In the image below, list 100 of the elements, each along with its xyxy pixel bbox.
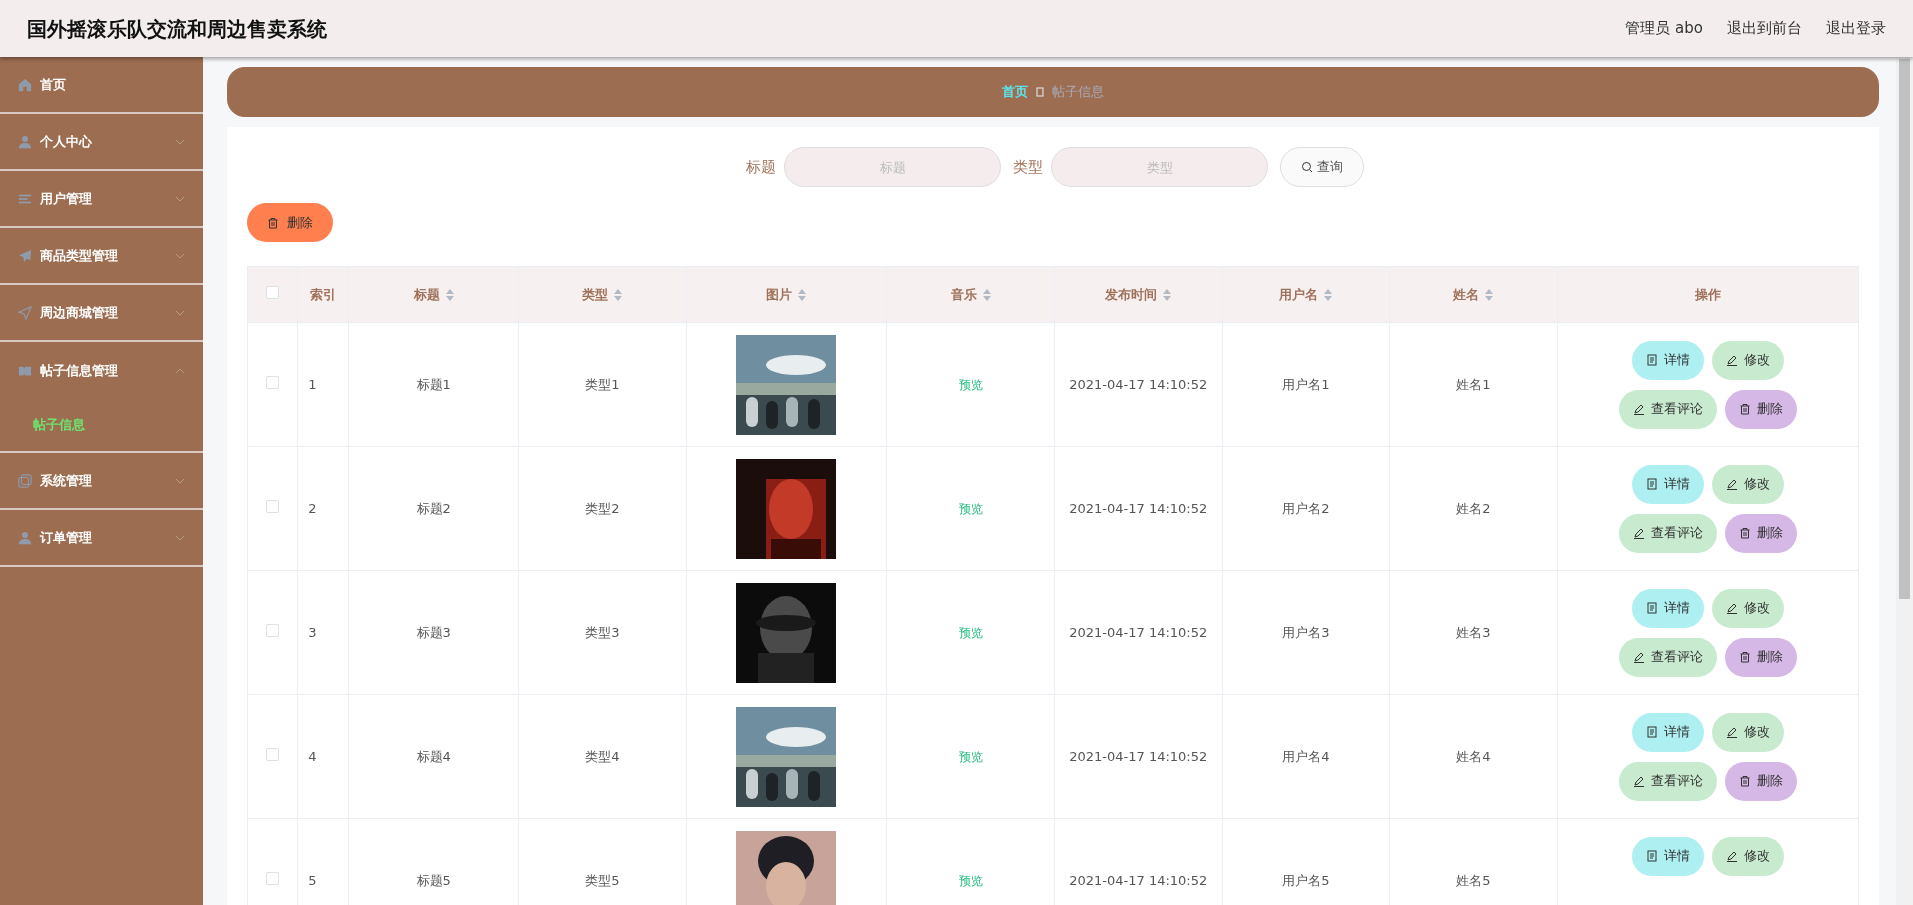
edit-button[interactable]: 修改 bbox=[1711, 340, 1784, 380]
column-header[interactable]: 姓名 bbox=[1453, 284, 1494, 305]
table-cell: 类型4 bbox=[585, 748, 620, 764]
edit-button[interactable]: 修改 bbox=[1711, 588, 1784, 628]
header-link[interactable]: 退出到前台 bbox=[1727, 17, 1802, 40]
table-cell: 用户名4 bbox=[1282, 748, 1330, 764]
delete-button[interactable]: 删除 bbox=[1724, 761, 1797, 801]
checkbox[interactable] bbox=[266, 623, 280, 637]
checkbox[interactable] bbox=[266, 747, 280, 761]
pencil-icon bbox=[1725, 478, 1738, 490]
trash-icon bbox=[1738, 527, 1751, 539]
delete-button[interactable]: 删除 bbox=[247, 203, 333, 242]
table-cell: 3 bbox=[308, 624, 317, 640]
search-button[interactable]: 查询 bbox=[1280, 147, 1364, 187]
trash-icon bbox=[1738, 775, 1751, 787]
document-icon bbox=[1645, 478, 1658, 490]
table-cell: 标题4 bbox=[416, 748, 451, 764]
sidebar-item[interactable]: 个人中心 bbox=[0, 114, 203, 171]
sidebar-item[interactable]: 订单管理 bbox=[0, 510, 203, 567]
delete-button[interactable]: 删除 bbox=[1724, 389, 1797, 429]
details-button[interactable]: 详情 bbox=[1631, 588, 1704, 628]
sort-icon bbox=[614, 288, 623, 301]
table-cell: 用户名3 bbox=[1282, 624, 1330, 640]
comments-button[interactable]: 查看评论 bbox=[1618, 389, 1717, 429]
comments-button[interactable]: 查看评论 bbox=[1618, 761, 1717, 801]
sort-icon bbox=[445, 288, 454, 301]
column-header[interactable]: 音乐 bbox=[950, 284, 991, 305]
sidebar-item[interactable]: 周边商城管理 bbox=[0, 285, 203, 342]
table-cell: 类型1 bbox=[585, 376, 620, 392]
sidebar-item[interactable]: 用户管理 bbox=[0, 171, 203, 228]
paper-plane-icon bbox=[18, 248, 32, 263]
column-header[interactable]: 发布时间 bbox=[1105, 284, 1172, 305]
trash-icon bbox=[1738, 403, 1751, 415]
trash-icon bbox=[267, 216, 279, 229]
sort-icon bbox=[798, 288, 807, 301]
sidebar-item[interactable]: 商品类型管理 bbox=[0, 228, 203, 285]
sort-icon bbox=[982, 288, 991, 301]
pencil-icon bbox=[1632, 651, 1645, 663]
user-icon bbox=[18, 530, 32, 545]
table-cell: 2 bbox=[308, 500, 317, 516]
checkbox[interactable] bbox=[266, 871, 280, 885]
sort-icon bbox=[1324, 288, 1333, 301]
details-button[interactable]: 详情 bbox=[1631, 340, 1704, 380]
comments-button[interactable]: 查看评论 bbox=[1618, 513, 1717, 553]
edit-button[interactable]: 修改 bbox=[1711, 836, 1784, 876]
table-cell: 5 bbox=[308, 872, 317, 888]
delete-button[interactable]: 删除 bbox=[1724, 513, 1797, 553]
pencil-icon bbox=[1632, 527, 1645, 539]
edit-button[interactable]: 修改 bbox=[1711, 712, 1784, 752]
copy-icon bbox=[18, 473, 32, 488]
pencil-icon bbox=[1632, 775, 1645, 787]
table-cell: 姓名5 bbox=[1456, 872, 1491, 888]
sidebar-item[interactable]: 帖子信息管理 bbox=[0, 342, 203, 399]
table-cell: 类型5 bbox=[585, 872, 620, 888]
details-button[interactable]: 详情 bbox=[1631, 464, 1704, 504]
table-cell: 1 bbox=[308, 376, 317, 392]
table-cell: 2021-04-17 14:10:52 bbox=[1069, 748, 1208, 764]
column-header[interactable]: 标题 bbox=[413, 284, 454, 305]
home-icon bbox=[18, 77, 32, 92]
table-cell: 姓名4 bbox=[1456, 748, 1491, 764]
column-header[interactable]: 图片 bbox=[766, 284, 807, 305]
sidebar-item[interactable]: 系统管理 bbox=[0, 453, 203, 510]
column-header[interactable]: 用户名 bbox=[1279, 284, 1333, 305]
table-cell: 姓名2 bbox=[1456, 500, 1491, 516]
header-link[interactable]: 退出登录 bbox=[1826, 17, 1886, 40]
checkbox[interactable] bbox=[266, 499, 280, 513]
table-cell: 姓名3 bbox=[1456, 624, 1491, 640]
table-cell: 标题5 bbox=[416, 872, 451, 888]
sort-icon bbox=[1485, 288, 1494, 301]
app-title: 国外摇滚乐队交流和周边售卖系统 bbox=[27, 15, 327, 43]
checkbox[interactable] bbox=[266, 375, 280, 389]
table-cell: 用户名5 bbox=[1282, 872, 1330, 888]
details-button[interactable]: 详情 bbox=[1631, 836, 1704, 876]
table-cell: 用户名1 bbox=[1282, 376, 1330, 392]
column-header[interactable]: 类型 bbox=[582, 284, 623, 305]
breadcrumb-link[interactable]: 首页 bbox=[1002, 82, 1028, 102]
document-icon bbox=[1645, 726, 1658, 738]
document-icon bbox=[1645, 850, 1658, 862]
admin-label: 管理员 abo bbox=[1625, 18, 1703, 40]
table-cell: 类型2 bbox=[585, 500, 620, 516]
delete-button[interactable]: 删除 bbox=[1724, 637, 1797, 677]
user-icon bbox=[18, 134, 32, 149]
column-header: 索引 bbox=[310, 285, 337, 304]
send-icon bbox=[18, 305, 32, 320]
column-header: 操作 bbox=[1694, 285, 1721, 304]
table-cell: 标题3 bbox=[416, 624, 451, 640]
pencil-icon bbox=[1725, 850, 1738, 862]
table-cell: 2021-04-17 14:10:52 bbox=[1069, 500, 1208, 516]
sidebar-item[interactable]: 首页 bbox=[0, 57, 203, 114]
checkbox[interactable] bbox=[266, 285, 280, 299]
separator-icon bbox=[1036, 87, 1044, 97]
scrollbar[interactable] bbox=[1896, 57, 1913, 905]
breadcrumb-current: 帖子信息 bbox=[1052, 83, 1104, 102]
details-button[interactable]: 详情 bbox=[1631, 712, 1704, 752]
field-label: 类型 bbox=[1013, 156, 1043, 178]
table-cell: 4 bbox=[308, 748, 317, 764]
edit-button[interactable]: 修改 bbox=[1711, 464, 1784, 504]
comments-button[interactable]: 查看评论 bbox=[1618, 637, 1717, 677]
field-label: 标题 bbox=[746, 156, 776, 178]
sidebar-subitem[interactable]: 帖子信息 bbox=[0, 399, 203, 451]
